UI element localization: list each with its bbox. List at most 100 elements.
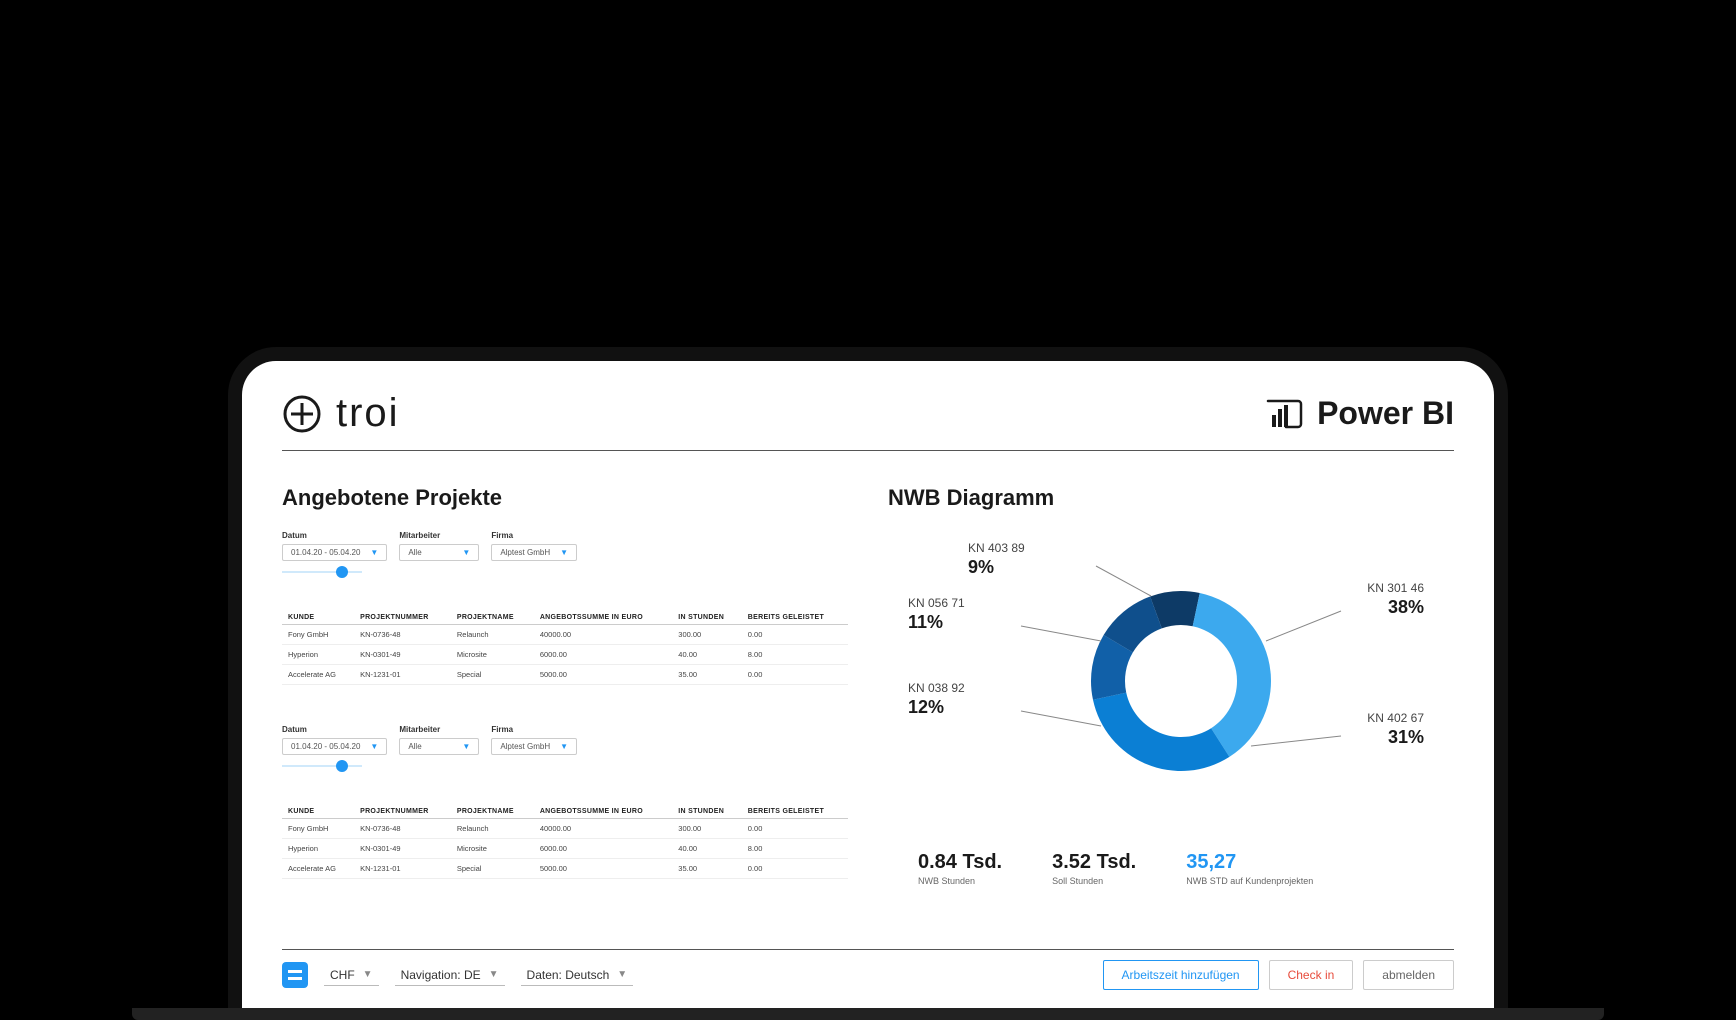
table-cell: 40000.00 (534, 819, 672, 839)
chevron-down-icon: ▼ (462, 548, 470, 557)
projects-table: KUNDEPROJEKTNUMMERPROJEKTNAMEANGEBOTSSUM… (282, 611, 848, 685)
table-cell: 35.00 (672, 859, 741, 879)
logout-button[interactable]: abmelden (1363, 960, 1454, 990)
right-column: NWB Diagramm KN 403 89 9% KN 301 46 38% … (888, 485, 1454, 919)
metric: 35,27 NWB STD auf Kundenprojekten (1186, 851, 1313, 886)
table-cell: Special (451, 665, 534, 685)
callout-line (1266, 611, 1341, 641)
table-cell: Microsite (451, 645, 534, 665)
chevron-down-icon: ▼ (363, 969, 373, 980)
table-cell: 35.00 (672, 665, 741, 685)
table-cell: Relaunch (451, 819, 534, 839)
table-cell: KN-1231-01 (354, 665, 451, 685)
date-slider[interactable] (282, 571, 387, 573)
table-row[interactable]: Accelerate AGKN-1231-01Special5000.0035.… (282, 859, 848, 879)
section-title-diagram: NWB Diagramm (888, 485, 1454, 511)
callout-line (1251, 736, 1341, 746)
column-header: KUNDE (282, 611, 354, 625)
filter-label: Firma (491, 725, 577, 734)
table-cell: 0.00 (742, 625, 848, 645)
table-cell: Hyperion (282, 645, 354, 665)
table-cell: Relaunch (451, 625, 534, 645)
date-select[interactable]: 01.04.20 - 05.04.20▼ (282, 544, 387, 561)
chevron-down-icon: ▼ (560, 742, 568, 751)
header: troi Power BI (282, 391, 1454, 451)
app-tile-icon[interactable] (282, 962, 308, 988)
date-slider[interactable] (282, 765, 387, 767)
add-worktime-button[interactable]: Arbeitszeit hinzufügen (1103, 960, 1259, 990)
footer: CHF▼ Navigation: DE▼ Daten: Deutsch▼ Arb… (282, 949, 1454, 1010)
left-column: Angebotene Projekte Datum 01.04.20 - 05.… (282, 485, 848, 919)
table-cell: 0.00 (742, 859, 848, 879)
plus-circle-icon (282, 394, 322, 434)
chevron-down-icon: ▼ (462, 742, 470, 751)
table-cell: 8.00 (742, 839, 848, 859)
column-header: BEREITS GELEISTET (742, 611, 848, 625)
checkin-button[interactable]: Check in (1269, 960, 1354, 990)
logo-powerbi-text: Power BI (1317, 395, 1454, 432)
table-cell: 40000.00 (534, 625, 672, 645)
filter-row: Datum 01.04.20 - 05.04.20▼ Mitarbeiter A… (282, 531, 848, 591)
logo-powerbi: Power BI (1265, 395, 1454, 433)
chart-callout: KN 038 92 12% (908, 681, 965, 718)
filter-label: Firma (491, 531, 577, 540)
callout-line (1096, 566, 1151, 596)
column-header: IN STUNDEN (672, 805, 741, 819)
table-cell: 5000.00 (534, 665, 672, 685)
footer-left: CHF▼ Navigation: DE▼ Daten: Deutsch▼ (282, 962, 633, 988)
table-cell: 300.00 (672, 625, 741, 645)
table-cell: 6000.00 (534, 839, 672, 859)
column-header: KUNDE (282, 805, 354, 819)
employee-select[interactable]: Alle▼ (399, 544, 479, 561)
chart-callout: KN 301 46 38% (1367, 581, 1424, 618)
table-cell: Special (451, 859, 534, 879)
table-cell: KN-0736-48 (354, 625, 451, 645)
table-cell: 300.00 (672, 819, 741, 839)
table-cell: Fony GmbH (282, 819, 354, 839)
section-title-projects: Angebotene Projekte (282, 485, 848, 511)
table-row[interactable]: Accelerate AGKN-1231-01Special5000.0035.… (282, 665, 848, 685)
powerbi-icon (1265, 395, 1303, 433)
table-row[interactable]: Fony GmbHKN-0736-48Relaunch40000.00300.0… (282, 819, 848, 839)
table-cell: 5000.00 (534, 859, 672, 879)
table-cell: 0.00 (742, 819, 848, 839)
metric: 3.52 Tsd. Soll Stunden (1052, 851, 1136, 886)
table-row[interactable]: HyperionKN-0301-49Microsite6000.0040.008… (282, 839, 848, 859)
table-cell: KN-0736-48 (354, 819, 451, 839)
currency-select[interactable]: CHF▼ (324, 965, 379, 986)
table-cell: Accelerate AG (282, 665, 354, 685)
chevron-down-icon: ▼ (617, 969, 627, 980)
projects-table: KUNDEPROJEKTNUMMERPROJEKTNAMEANGEBOTSSUM… (282, 805, 848, 879)
filter-label: Mitarbeiter (399, 725, 479, 734)
nav-lang-select[interactable]: Navigation: DE▼ (395, 965, 505, 986)
company-select[interactable]: Alptest GmbH▼ (491, 544, 577, 561)
table-cell: 0.00 (742, 665, 848, 685)
table-cell: Microsite (451, 839, 534, 859)
table-row[interactable]: Fony GmbHKN-0736-48Relaunch40000.00300.0… (282, 625, 848, 645)
data-lang-select[interactable]: Daten: Deutsch▼ (521, 965, 634, 986)
column-header: PROJEKTNAME (451, 805, 534, 819)
column-header: BEREITS GELEISTET (742, 805, 848, 819)
chart-callout: KN 403 89 9% (968, 541, 1025, 578)
column-header: PROJEKTNAME (451, 611, 534, 625)
column-header: ANGEBOTSSUMME IN EURO (534, 611, 672, 625)
donut-slice[interactable] (1093, 693, 1229, 771)
chevron-down-icon: ▼ (489, 969, 499, 980)
main-content: Angebotene Projekte Datum 01.04.20 - 05.… (282, 451, 1454, 949)
chevron-down-icon: ▼ (560, 548, 568, 557)
chart-callout: KN 402 67 31% (1367, 711, 1424, 748)
logo-troi: troi (282, 391, 400, 436)
callout-line (1021, 626, 1101, 641)
table-cell: 40.00 (672, 839, 741, 859)
date-select[interactable]: 01.04.20 - 05.04.20▼ (282, 738, 387, 755)
company-select[interactable]: Alptest GmbH▼ (491, 738, 577, 755)
chevron-down-icon: ▼ (370, 742, 378, 751)
logo-troi-text: troi (336, 391, 400, 436)
table-row[interactable]: HyperionKN-0301-49Microsite6000.0040.008… (282, 645, 848, 665)
employee-select[interactable]: Alle▼ (399, 738, 479, 755)
donut-chart: KN 403 89 9% KN 301 46 38% KN 402 67 31%… (888, 531, 1454, 831)
table-cell: Hyperion (282, 839, 354, 859)
chart-callout: KN 056 71 11% (908, 596, 965, 633)
callout-line (1021, 711, 1101, 726)
table-cell: 40.00 (672, 645, 741, 665)
